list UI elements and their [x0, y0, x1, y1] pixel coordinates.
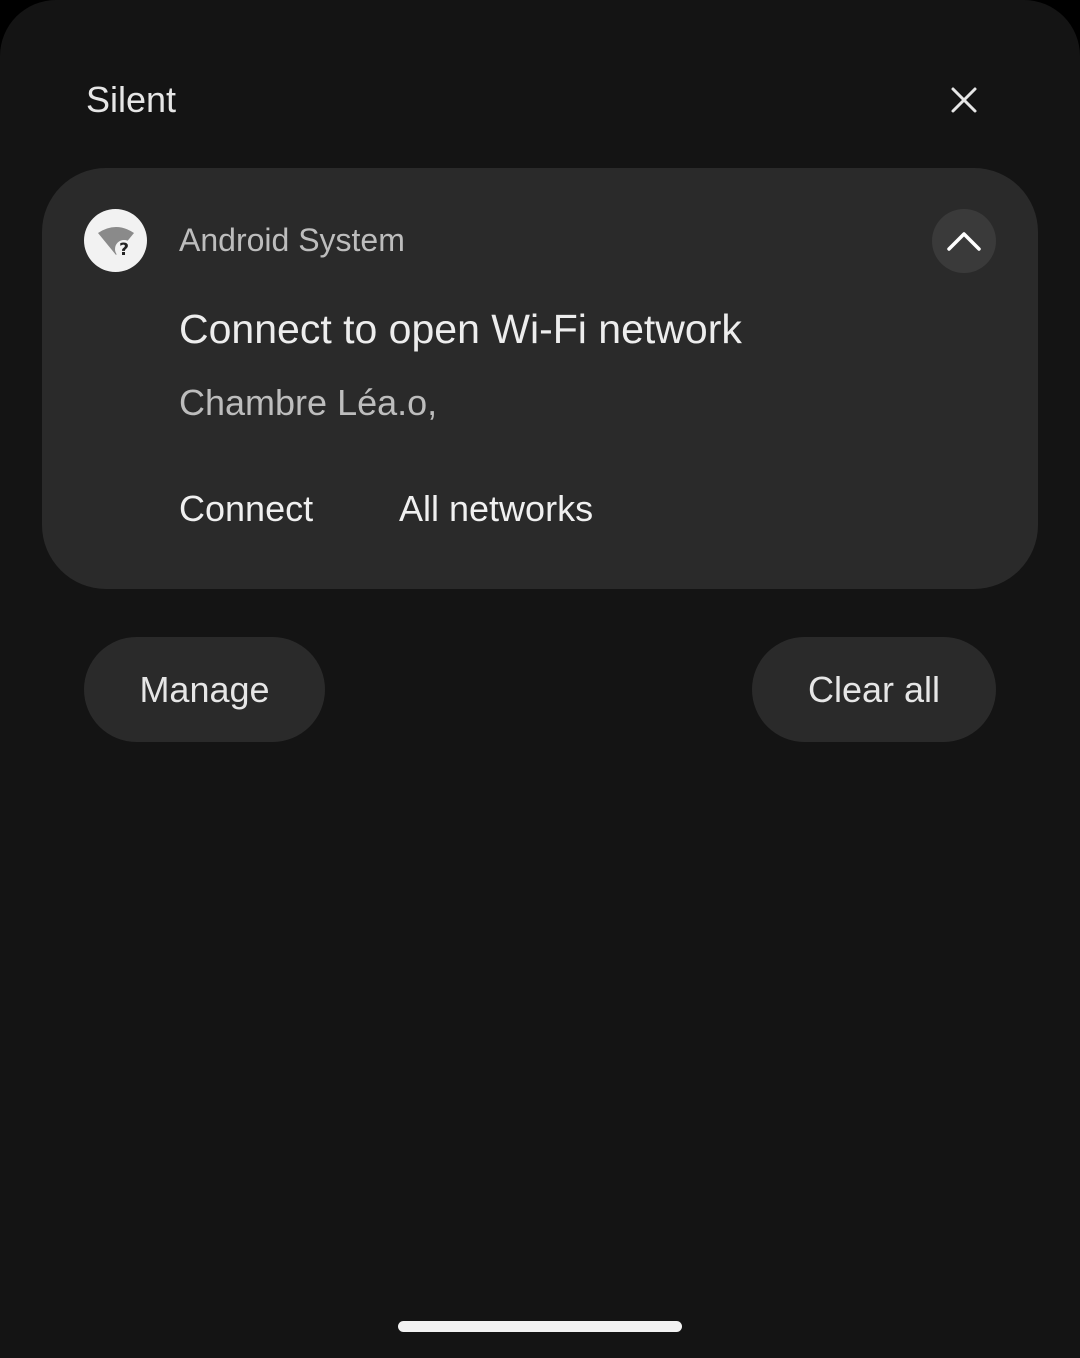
notification-card[interactable]: ? Android System Connect to open Wi-Fi n…	[42, 168, 1038, 589]
svg-text:?: ?	[119, 240, 129, 260]
close-icon	[951, 87, 977, 113]
clear-all-button[interactable]: Clear all	[752, 637, 996, 742]
all-networks-button[interactable]: All networks	[399, 486, 593, 532]
wifi-question-icon: ?	[97, 226, 134, 260]
collapse-button[interactable]	[932, 209, 996, 273]
chevron-up-icon	[947, 232, 981, 251]
manage-button[interactable]: Manage	[84, 637, 325, 742]
app-name: Android System	[179, 222, 405, 258]
section-title: Silent	[86, 79, 177, 120]
notification-text: Chambre Léa.o,	[179, 382, 438, 423]
home-indicator[interactable]	[398, 1321, 682, 1332]
notification-shade: Silent ? Android System Connect to open …	[0, 0, 1080, 1358]
notification-title: Connect to open Wi-Fi network	[179, 306, 742, 352]
close-button[interactable]	[936, 72, 992, 128]
connect-button[interactable]: Connect	[179, 486, 313, 532]
app-icon: ?	[84, 209, 147, 272]
